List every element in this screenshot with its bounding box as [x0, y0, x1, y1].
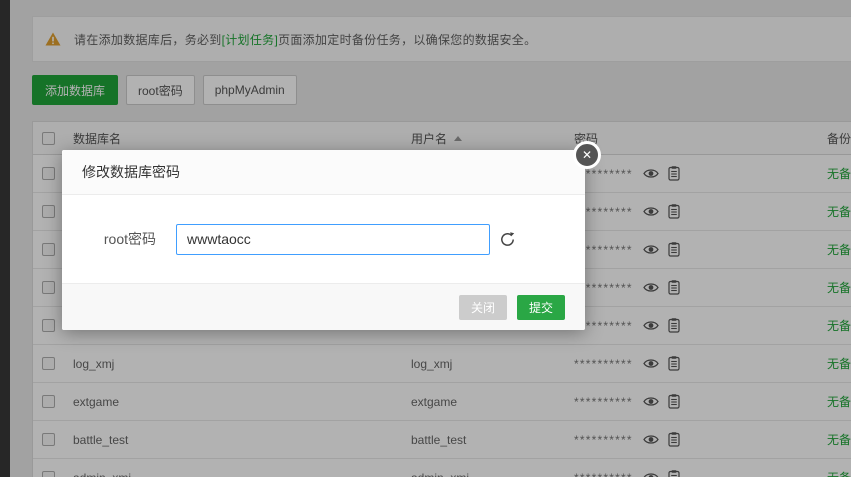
close-button[interactable]: 关闭 [459, 295, 507, 320]
dialog-footer: 关闭 提交 [62, 283, 585, 330]
submit-button[interactable]: 提交 [517, 295, 565, 320]
dialog-body: root密码 [62, 195, 585, 283]
root-password-input[interactable] [176, 224, 490, 255]
generate-password-refresh-icon[interactable] [499, 231, 516, 248]
root-password-label: root密码 [62, 229, 176, 249]
close-icon[interactable]: ✕ [573, 141, 601, 169]
dialog-title: 修改数据库密码 [62, 150, 585, 195]
change-password-dialog: ✕ 修改数据库密码 root密码 关闭 提交 [62, 150, 585, 330]
